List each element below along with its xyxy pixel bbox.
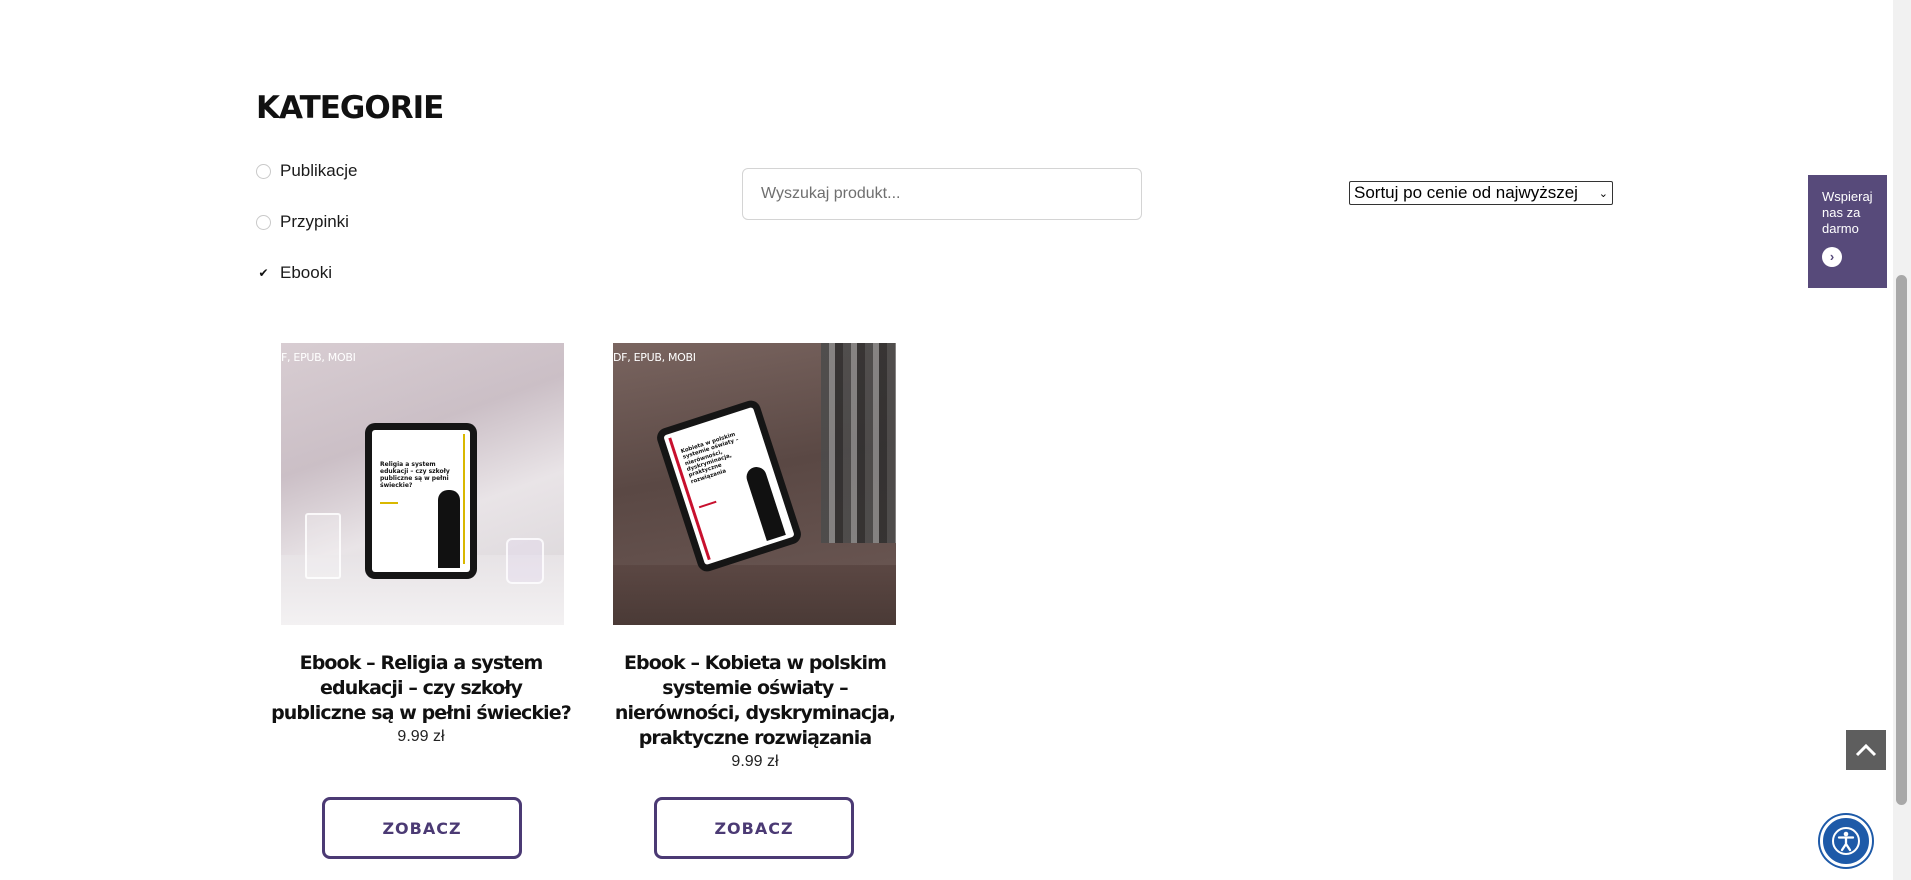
accessibility-button[interactable] — [1820, 815, 1872, 867]
search-input[interactable] — [742, 168, 1142, 220]
categories-heading: KATEGORIE — [256, 90, 444, 126]
category-przypinki[interactable]: Przypinki — [256, 209, 349, 235]
category-radio[interactable] — [256, 214, 271, 230]
category-ebooki[interactable]: ✔ Ebooki — [256, 260, 332, 286]
product-image[interactable]: DF, EPUB, MOBI Kobieta w polskim systemi… — [613, 343, 896, 625]
category-radio[interactable] — [256, 163, 271, 179]
product-price: 9.99 zł — [731, 753, 779, 770]
cover-title: Religia a system edukacji – czy szkoły p… — [380, 461, 450, 489]
arrow-right-icon: › — [1822, 247, 1842, 267]
product-title[interactable]: Ebook – Kobieta w polskim systemie oświa… — [605, 651, 905, 751]
chevron-up-icon — [1855, 743, 1877, 757]
category-label: Publikacje — [280, 161, 358, 180]
category-publikacje[interactable]: Publikacje — [256, 158, 358, 184]
sort-selected-value: Sortuj po cenie od najwyższej — [1354, 183, 1578, 202]
product-format-label: DF, EPUB, MOBI — [613, 351, 696, 364]
view-product-button[interactable]: ZOBACZ — [654, 797, 854, 859]
tablet-mockup: Kobieta w polskim systemie oświaty – nie… — [654, 397, 804, 575]
support-widget[interactable]: Wspieraj nas za darmo › — [1808, 175, 1887, 288]
scrollbar-thumb[interactable] — [1896, 275, 1907, 805]
accessibility-icon — [1832, 827, 1860, 855]
product-title[interactable]: Ebook – Religia a system edukacji – czy … — [271, 651, 572, 726]
back-to-top-button[interactable] — [1846, 730, 1886, 770]
product-price: 9.99 zł — [397, 728, 445, 745]
chevron-down-icon: ⌄ — [1598, 187, 1608, 200]
view-product-button[interactable]: ZOBACZ — [322, 797, 522, 859]
category-checkbox-checked[interactable]: ✔ — [256, 265, 271, 281]
support-text: Wspieraj nas za darmo — [1822, 189, 1873, 236]
product-image[interactable]: F, EPUB, MOBI Religia a system edukacji … — [281, 343, 564, 625]
sort-select[interactable]: Sortuj po cenie od najwyższej ⌄ — [1349, 181, 1613, 205]
category-label: Ebooki — [280, 263, 332, 282]
category-label: Przypinki — [280, 212, 349, 231]
tablet-mockup: Religia a system edukacji – czy szkoły p… — [365, 423, 477, 579]
product-format-label: F, EPUB, MOBI — [281, 351, 356, 364]
